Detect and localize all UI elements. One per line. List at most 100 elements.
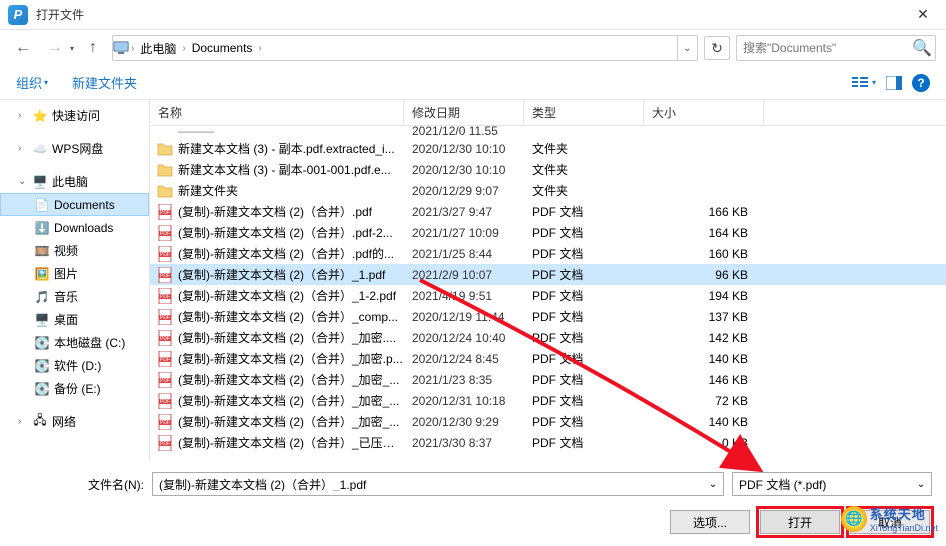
svg-text:PDF: PDF [160, 294, 170, 300]
col-date[interactable]: 修改日期 [404, 100, 524, 125]
file-name: 新建文本文档 (3) - 副本-001-001.pdf.e... [178, 161, 404, 178]
new-folder-button[interactable]: 新建文件夹 [72, 73, 137, 92]
file-row[interactable]: PDF(复制)-新建文本文档 (2)（合并）_加密_...2020/12/31 … [150, 390, 946, 411]
toolbar: 组织▾ 新建文件夹 ▾ ? [0, 66, 946, 100]
file-type: 文件夹 [524, 161, 644, 178]
breadcrumb-documents[interactable]: Documents [188, 41, 257, 55]
file-row[interactable]: 新建文本文档 (3) - 副本-001-001.pdf.e...2020/12/… [150, 159, 946, 180]
col-size[interactable]: 大小 [644, 100, 764, 125]
file-size: 137 KB [644, 310, 756, 324]
file-date: 2020/12/19 11:44 [404, 310, 524, 324]
file-size: 142 KB [644, 331, 756, 345]
organize-menu[interactable]: 组织▾ [16, 73, 48, 92]
file-row[interactable]: 新建文件夹2020/12/29 9:07文件夹 [150, 180, 946, 201]
file-type: PDF 文档 [524, 413, 644, 430]
search-icon[interactable]: 🔍 [909, 38, 935, 58]
file-date: 2020/12/30 10:10 [404, 142, 524, 156]
sidebar-item-documents[interactable]: 📄Documents [0, 193, 149, 216]
sidebar-label: 备份 (E:) [54, 380, 101, 397]
sidebar-label: 桌面 [54, 311, 78, 328]
file-type: 文件夹 [524, 140, 644, 157]
file-row[interactable]: PDF(复制)-新建文本文档 (2)（合并）_加密_...2021/1/23 8… [150, 369, 946, 390]
video-icon: 🎞️ [34, 243, 50, 259]
search-box[interactable]: 🔍 [736, 35, 936, 61]
file-row[interactable]: PDF(复制)-新建文本文档 (2)（合并）.pdf的...2021/1/25 … [150, 243, 946, 264]
sidebar-label: 此电脑 [52, 173, 88, 190]
view-list-icon [852, 76, 870, 90]
sidebar-label: 音乐 [54, 288, 78, 305]
sidebar-item-desktop[interactable]: 🖥️桌面 [0, 308, 149, 331]
svg-text:PDF: PDF [160, 420, 170, 426]
col-type[interactable]: 类型 [524, 100, 644, 125]
file-row[interactable]: PDF(复制)-新建文本文档 (2)（合并）_comp...2020/12/19… [150, 306, 946, 327]
pdf-icon: PDF [156, 288, 174, 304]
file-row[interactable]: PDF(复制)-新建文本文档 (2)（合并）.pdf2021/3/27 9:47… [150, 201, 946, 222]
breadcrumb-sep-icon: › [256, 43, 263, 54]
file-row[interactable]: PDF(复制)-新建文本文档 (2)（合并）_加密_...2020/12/30 … [150, 411, 946, 432]
nav-history-dropdown[interactable]: ▾ [70, 44, 74, 53]
col-name[interactable]: 名称 [150, 100, 404, 125]
sidebar-item-disk-e[interactable]: 💽备份 (E:) [0, 377, 149, 400]
sidebar-item-network[interactable]: ›🖧网络 [0, 410, 149, 433]
computer-icon: 🖥️ [32, 174, 48, 190]
music-icon: 🎵 [34, 289, 50, 305]
file-pane: 名称 修改日期 类型 大小 ———2021/12/0 11.55新建文本文档 (… [150, 100, 946, 460]
search-input[interactable] [737, 41, 909, 55]
svg-text:PDF: PDF [160, 357, 170, 363]
nav-forward-button[interactable]: → [42, 35, 68, 61]
address-dropdown[interactable]: ⌄ [677, 36, 697, 60]
file-type: PDF 文档 [524, 371, 644, 388]
file-row[interactable]: PDF(复制)-新建文本文档 (2)（合并）_1.pdf2021/2/9 10:… [150, 264, 946, 285]
filter-dropdown[interactable]: ⌄ [911, 479, 931, 490]
file-row[interactable]: PDF(复制)-新建文本文档 (2)（合并）_1-2.pdf2021/4/19 … [150, 285, 946, 306]
file-name: (复制)-新建文本文档 (2)（合并）_加密_... [178, 371, 404, 388]
nav-back-button[interactable]: ← [10, 35, 36, 61]
file-list[interactable]: ———2021/12/0 11.55新建文本文档 (3) - 副本.pdf.ex… [150, 126, 946, 460]
options-button[interactable]: 选项... [670, 510, 750, 534]
help-button[interactable]: ? [912, 74, 930, 92]
preview-pane-button[interactable] [886, 76, 902, 90]
file-size: 166 KB [644, 205, 756, 219]
view-mode-button[interactable]: ▾ [852, 76, 876, 90]
address-bar[interactable]: › 此电脑 › Documents › ⌄ [112, 35, 698, 61]
close-button[interactable]: ✕ [908, 0, 938, 30]
sidebar-item-videos[interactable]: 🎞️视频 [0, 239, 149, 262]
file-name: (复制)-新建文本文档 (2)（合并）_加密_... [178, 413, 404, 430]
file-name: (复制)-新建文本文档 (2)（合并）_加密.... [178, 329, 404, 346]
sidebar-item-quick-access[interactable]: ›⭐快速访问 [0, 104, 149, 127]
file-row[interactable]: PDF(复制)-新建文本文档 (2)（合并）_加密....2020/12/24 … [150, 327, 946, 348]
file-row[interactable]: PDF(复制)-新建文本文档 (2)（合并）_已压缩...2021/3/30 8… [150, 432, 946, 453]
file-row[interactable]: ———2021/12/0 11.55 [150, 126, 946, 138]
sidebar-item-disk-d[interactable]: 💽软件 (D:) [0, 354, 149, 377]
file-row[interactable]: 新建文本文档 (3) - 副本.pdf.extracted_i...2020/1… [150, 138, 946, 159]
filename-dropdown[interactable]: ⌄ [703, 479, 723, 490]
sidebar-item-disk-c[interactable]: 💽本地磁盘 (C:) [0, 331, 149, 354]
sidebar-item-music[interactable]: 🎵音乐 [0, 285, 149, 308]
organize-label: 组织 [16, 73, 42, 92]
window-title: 打开文件 [36, 6, 84, 23]
sidebar-item-pictures[interactable]: 🖼️图片 [0, 262, 149, 285]
refresh-button[interactable]: ↻ [704, 36, 730, 60]
app-icon: P [8, 5, 28, 25]
filename-input-wrapper[interactable]: ⌄ [152, 472, 724, 496]
sidebar-item-thispc[interactable]: ⌄ 🖥️此电脑 [0, 170, 149, 193]
file-type: PDF 文档 [524, 224, 644, 241]
sidebar-item-wps[interactable]: ›☁️WPS网盘 [0, 137, 149, 160]
breadcrumb-pc[interactable]: 此电脑 [136, 40, 180, 57]
filename-input[interactable] [153, 477, 703, 491]
nav-up-button[interactable]: ↑ [80, 35, 106, 61]
svg-text:PDF: PDF [160, 231, 170, 237]
file-name: (复制)-新建文本文档 (2)（合并）_1-2.pdf [178, 287, 404, 304]
title-bar: P 打开文件 ✕ [0, 0, 946, 30]
sidebar-item-downloads[interactable]: ⬇️Downloads [0, 216, 149, 239]
file-size: 160 KB [644, 247, 756, 261]
open-button[interactable]: 打开 [760, 510, 840, 534]
collapse-icon: ⌄ [18, 176, 28, 187]
file-date: 2021/1/27 10:09 [404, 226, 524, 240]
file-type: PDF 文档 [524, 287, 644, 304]
file-row[interactable]: PDF(复制)-新建文本文档 (2)（合并）_加密.p...2020/12/24… [150, 348, 946, 369]
folder-icon [156, 141, 174, 157]
filetype-filter[interactable]: PDF 文档 (*.pdf) ⌄ [732, 472, 932, 496]
file-name: (复制)-新建文本文档 (2)（合并）.pdf [178, 203, 404, 220]
file-row[interactable]: PDF(复制)-新建文本文档 (2)（合并）.pdf-2...2021/1/27… [150, 222, 946, 243]
